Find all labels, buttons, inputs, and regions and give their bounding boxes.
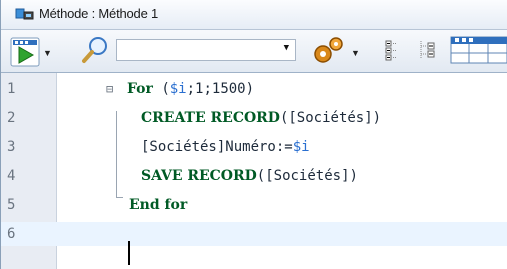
code-editor[interactable]: 1 ⊟ For ($i;1;1500) 2 CREATE RECORD([Société…	[1, 73, 507, 269]
variable-token: $i	[292, 139, 310, 155]
gear-menu-chevron-down-icon[interactable]: ▼	[351, 48, 360, 58]
variable-token: $i	[169, 81, 187, 97]
text-token: (	[152, 81, 170, 97]
text-cursor	[128, 241, 130, 265]
method-icon	[15, 8, 34, 20]
expand-all-icon[interactable]	[417, 38, 439, 62]
panel-icon[interactable]	[450, 36, 507, 64]
title-bar: Méthode : Méthode 1	[1, 0, 507, 30]
code-line[interactable]: 4 SAVE RECORD([Sociétés])	[1, 164, 507, 188]
code-line[interactable]: 3 [Sociétés]Numéro:=$i	[1, 135, 507, 159]
line-number: 6	[7, 226, 16, 242]
code-text: CREATE RECORD([Sociétés])	[141, 106, 381, 130]
code-text: SAVE RECORD([Sociétés])	[141, 164, 358, 188]
gear-menu-icon[interactable]	[311, 34, 347, 66]
line-number: 1	[7, 81, 16, 97]
search-combo-input[interactable]: ▼	[116, 39, 296, 61]
code-line[interactable]: 1 ⊟ For ($i;1;1500)	[1, 77, 507, 101]
run-menu-chevron-down-icon[interactable]: ▼	[43, 48, 52, 58]
toolbar: ▼ ▼ ▼	[1, 30, 507, 73]
keyword-token: End for	[129, 197, 188, 213]
method-editor-window: Méthode : Méthode 1 ▼ ▼ ▼ 1 ⊟ For ($i;1;…	[0, 0, 507, 269]
fold-toggle-icon[interactable]: ⊟	[106, 77, 113, 101]
text-token: [Sociétés]Numéro:=	[141, 139, 293, 155]
line-number: 5	[7, 197, 16, 213]
keyword-token: For	[127, 81, 153, 97]
search-icon[interactable]	[81, 35, 111, 65]
code-line[interactable]: 2 CREATE RECORD([Sociétés])	[1, 106, 507, 130]
keyword-token: CREATE RECORD	[141, 110, 280, 126]
collapse-all-icon[interactable]	[383, 38, 405, 62]
fold-guide-line	[116, 111, 117, 197]
run-icon[interactable]	[10, 37, 40, 67]
code-line[interactable]: 5 End for	[1, 193, 507, 217]
code-text: For ($i;1;1500)	[127, 77, 254, 101]
keyword-token: SAVE RECORD	[141, 168, 257, 184]
text-token: ([Sociétés])	[256, 168, 358, 184]
line-number: 2	[7, 110, 16, 126]
line-number: 4	[7, 168, 16, 184]
fold-guide-end	[116, 197, 123, 198]
line-number: 3	[7, 139, 16, 155]
text-token: ;1;1500)	[186, 81, 255, 97]
window-title: Méthode : Méthode 1	[39, 6, 159, 21]
code-line[interactable]: 6	[1, 222, 507, 246]
code-text: End for	[129, 193, 187, 217]
text-token: ([Sociétés])	[279, 110, 382, 126]
chevron-down-icon[interactable]: ▼	[284, 43, 289, 53]
code-text: [Sociétés]Numéro:=$i	[141, 135, 310, 159]
